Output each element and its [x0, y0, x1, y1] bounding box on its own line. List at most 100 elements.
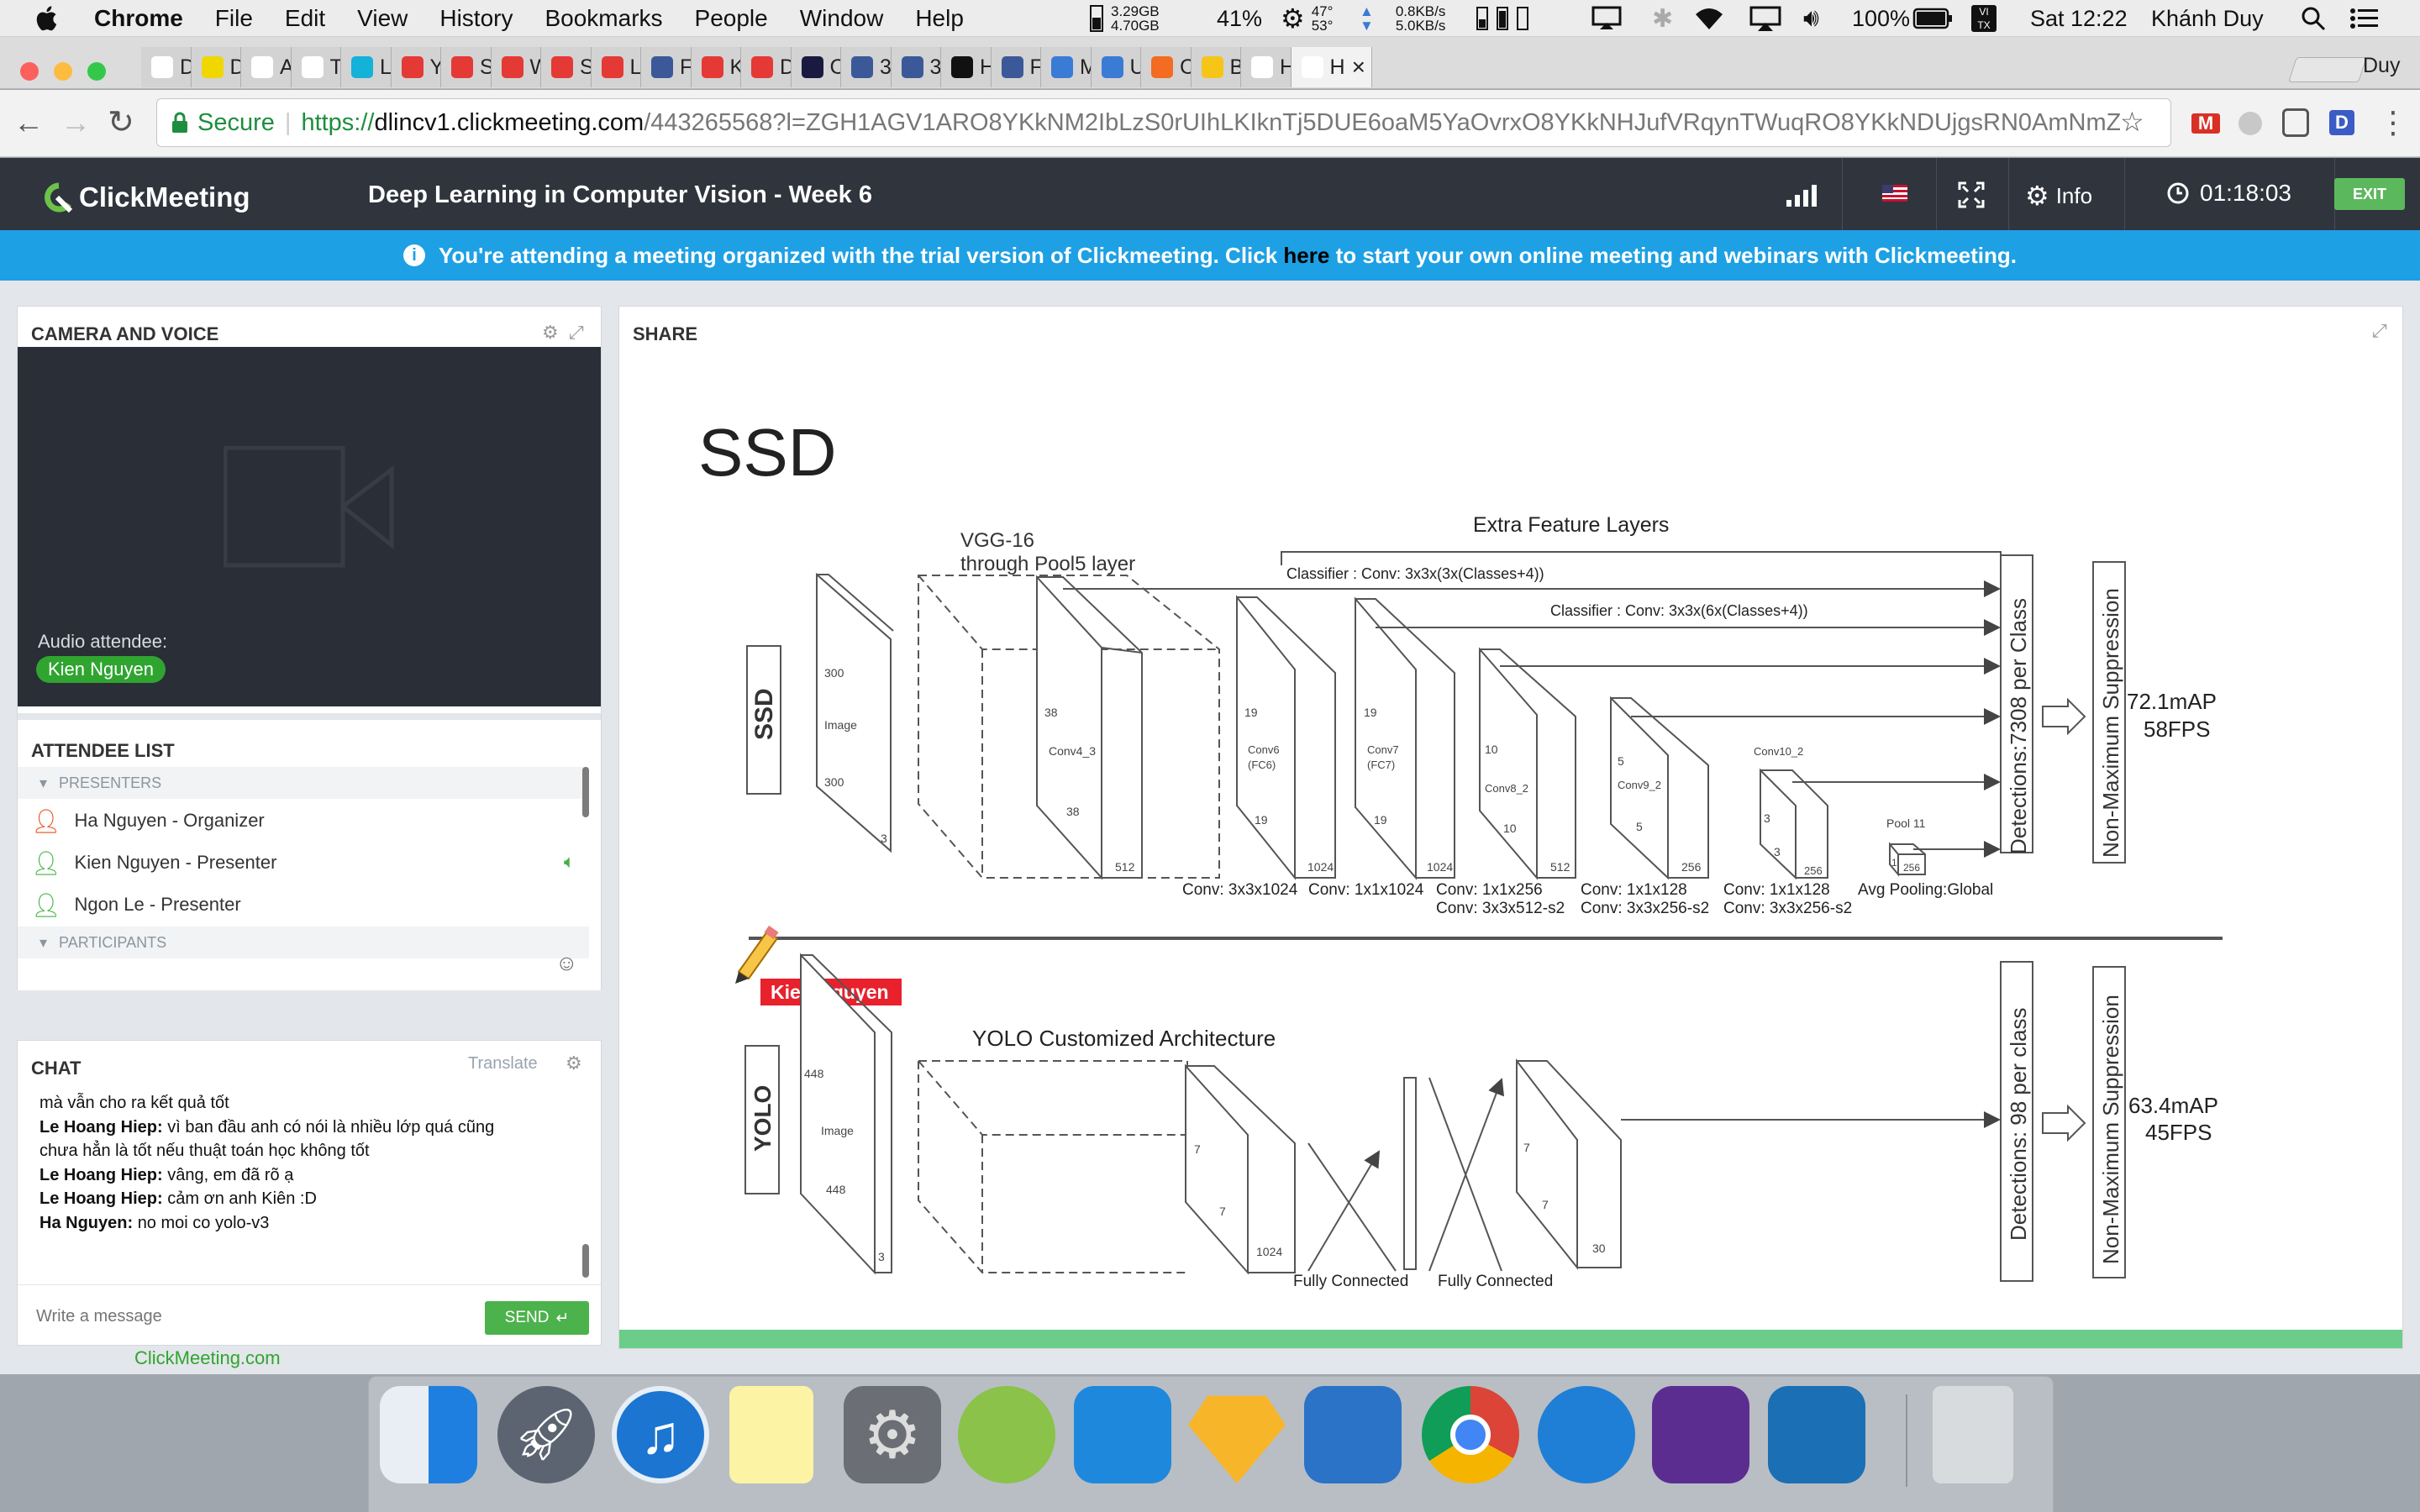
browser-tab[interactable]: Ch — [1141, 47, 1192, 87]
disk-icon[interactable] — [1476, 0, 1536, 37]
new-tab-button[interactable] — [2288, 57, 2367, 82]
share-expand-icon[interactable]: ⤢ — [2372, 320, 2387, 342]
spotlight-search-icon[interactable] — [2301, 0, 2326, 37]
window-minimize-button[interactable] — [54, 62, 72, 81]
vscode-icon[interactable] — [1768, 1386, 1865, 1483]
profile-name[interactable]: Duy — [2363, 54, 2400, 78]
browser-tab[interactable]: 34 — [891, 47, 941, 87]
chat-scrollbar[interactable] — [582, 1244, 589, 1278]
chrome-icon[interactable] — [1422, 1386, 1519, 1483]
presenters-section[interactable]: ▾ PRESENTERS — [18, 767, 589, 799]
system-preferences-icon[interactable]: ⚙ — [844, 1386, 941, 1483]
notification-center-icon[interactable] — [2349, 0, 2380, 37]
us-flag-icon[interactable] — [1882, 185, 1907, 206]
attendee-row[interactable]: 👤︎ Kien Nguyen - Presenter 🔈︎ — [18, 843, 589, 883]
input-source-icon[interactable]: VI TX — [1971, 0, 1996, 37]
browser-tab[interactable]: H × — [1291, 47, 1372, 87]
menu-edit[interactable]: Edit — [285, 5, 325, 32]
tab-close-icon[interactable]: × — [1352, 54, 1365, 81]
send-button[interactable]: SEND ↵ — [485, 1301, 589, 1335]
fan-monitor[interactable]: ⚙ 47° 53° — [1281, 0, 1333, 37]
reload-icon[interactable]: ↻ — [108, 103, 134, 141]
browser-tab[interactable]: So — [541, 47, 592, 87]
window-zoom-button[interactable] — [87, 62, 106, 81]
android-studio-icon[interactable] — [958, 1386, 1055, 1483]
wifi-icon[interactable] — [1692, 0, 1726, 37]
extension-gray-icon[interactable] — [2238, 112, 2262, 135]
gmail-extension-icon[interactable]: M — [2191, 113, 2220, 134]
emoji-icon[interactable]: ☺ — [555, 950, 578, 976]
attendee-scrollbar[interactable] — [582, 767, 589, 817]
browser-tab[interactable]: A c — [241, 47, 292, 87]
browser-tab[interactable]: Kh — [691, 47, 741, 87]
camera-expand-icon[interactable]: ⤢ — [569, 322, 584, 344]
browser-tab[interactable]: We — [491, 47, 541, 87]
browser-tab[interactable]: De — [141, 47, 192, 87]
translate-link[interactable]: Translate — [468, 1054, 538, 1074]
browser-tab[interactable]: Ma — [1041, 47, 1092, 87]
fullscreen-icon[interactable] — [1958, 181, 1985, 213]
powered-by-link[interactable]: ClickMeeting.com — [134, 1347, 281, 1369]
browser-tab[interactable]: Yo — [391, 47, 441, 87]
clock[interactable]: Sat 12:22 — [2030, 0, 2128, 37]
vmware-icon[interactable] — [1304, 1386, 1402, 1483]
back-icon[interactable]: ← — [13, 105, 44, 140]
volume-icon[interactable]: 🔊︎ — [1803, 0, 1819, 37]
browser-tab[interactable]: Dir — [741, 47, 792, 87]
browser-tab[interactable]: Ho — [941, 47, 992, 87]
attendee-row[interactable]: 👤︎ Ngon Le - Presenter — [18, 885, 589, 925]
pigeon-icon[interactable] — [1538, 1386, 1635, 1483]
menu-history[interactable]: History — [439, 5, 513, 32]
bookmark-star-icon[interactable]: ☆ — [2120, 106, 2144, 138]
menu-bookmarks[interactable]: Bookmarks — [544, 5, 662, 32]
lock-icon[interactable] — [171, 112, 189, 134]
exit-button[interactable]: EXIT — [2334, 178, 2405, 210]
notes-icon[interactable] — [729, 1386, 813, 1483]
airplay-icon[interactable] — [1749, 0, 1781, 37]
browser-tab[interactable]: Hộ — [1241, 47, 1292, 87]
user-name[interactable]: Khánh Duy — [2151, 0, 2264, 37]
browser-tab[interactable]: Ba — [1191, 47, 1241, 87]
dashlane-extension-icon[interactable]: D — [2329, 110, 2354, 135]
trash-icon[interactable] — [1933, 1386, 2013, 1483]
browser-tab[interactable]: Se — [441, 47, 492, 87]
menu-window[interactable]: Window — [800, 5, 884, 32]
camera-settings-icon[interactable]: ⚙ — [542, 322, 559, 344]
forward-icon[interactable]: → — [60, 105, 91, 140]
network-monitor[interactable]: ▲ ▼ 0.8KB/s 5.0KB/s — [1360, 0, 1445, 37]
itunes-icon[interactable]: ♫ — [612, 1386, 709, 1483]
browser-tab[interactable]: Le — [341, 47, 392, 87]
browser-tab[interactable]: Ud — [1091, 47, 1141, 87]
menu-file[interactable]: File — [215, 5, 253, 32]
participants-section[interactable]: ▾ PARTICIPANTS — [18, 927, 589, 958]
battery-percent[interactable]: 100% — [1852, 0, 1910, 37]
lightbulb-extension-icon[interactable] — [2282, 108, 2309, 137]
menu-help[interactable]: Help — [915, 5, 964, 32]
memory-monitor[interactable]: 3.29GB 4.70GB — [1089, 0, 1160, 37]
window-close-button[interactable] — [20, 62, 39, 81]
browser-tab[interactable]: Liê — [591, 47, 641, 87]
launchpad-icon[interactable]: 🚀︎ — [497, 1386, 595, 1483]
visual-studio-icon[interactable] — [1652, 1386, 1749, 1483]
browser-tab[interactable]: De — [191, 47, 241, 87]
menu-app-name[interactable]: Chrome — [94, 5, 183, 32]
attendee-row[interactable]: 👤︎ Ha Nguyen - Organizer — [18, 801, 589, 841]
chat-settings-icon[interactable]: ⚙ — [566, 1053, 582, 1074]
connection-signal-icon[interactable] — [1786, 181, 1823, 211]
apple-menu-icon[interactable] — [34, 4, 62, 33]
browser-tab[interactable]: Tộ — [291, 47, 341, 87]
banner-here-link[interactable]: here — [1283, 243, 1329, 269]
cpu-usage[interactable]: 41% — [1217, 0, 1262, 37]
address-bar[interactable]: Secure | https:// dlincv1.clickmeeting.c… — [156, 98, 2171, 147]
chrome-menu-icon[interactable]: ⋮ — [2378, 105, 2408, 140]
xcode-icon[interactable] — [1074, 1386, 1171, 1483]
bluetooth-icon[interactable]: ✱ — [1652, 0, 1673, 37]
battery-icon[interactable] — [1912, 0, 1954, 37]
menu-view[interactable]: View — [357, 5, 408, 32]
browser-tab[interactable]: Fac — [641, 47, 692, 87]
info-button[interactable]: ⚙ Info — [2025, 180, 2092, 212]
menu-people[interactable]: People — [695, 5, 768, 32]
chat-message-input[interactable] — [36, 1298, 490, 1335]
browser-tab[interactable]: 32 — [841, 47, 892, 87]
airplay-display-icon[interactable] — [1591, 0, 1622, 37]
